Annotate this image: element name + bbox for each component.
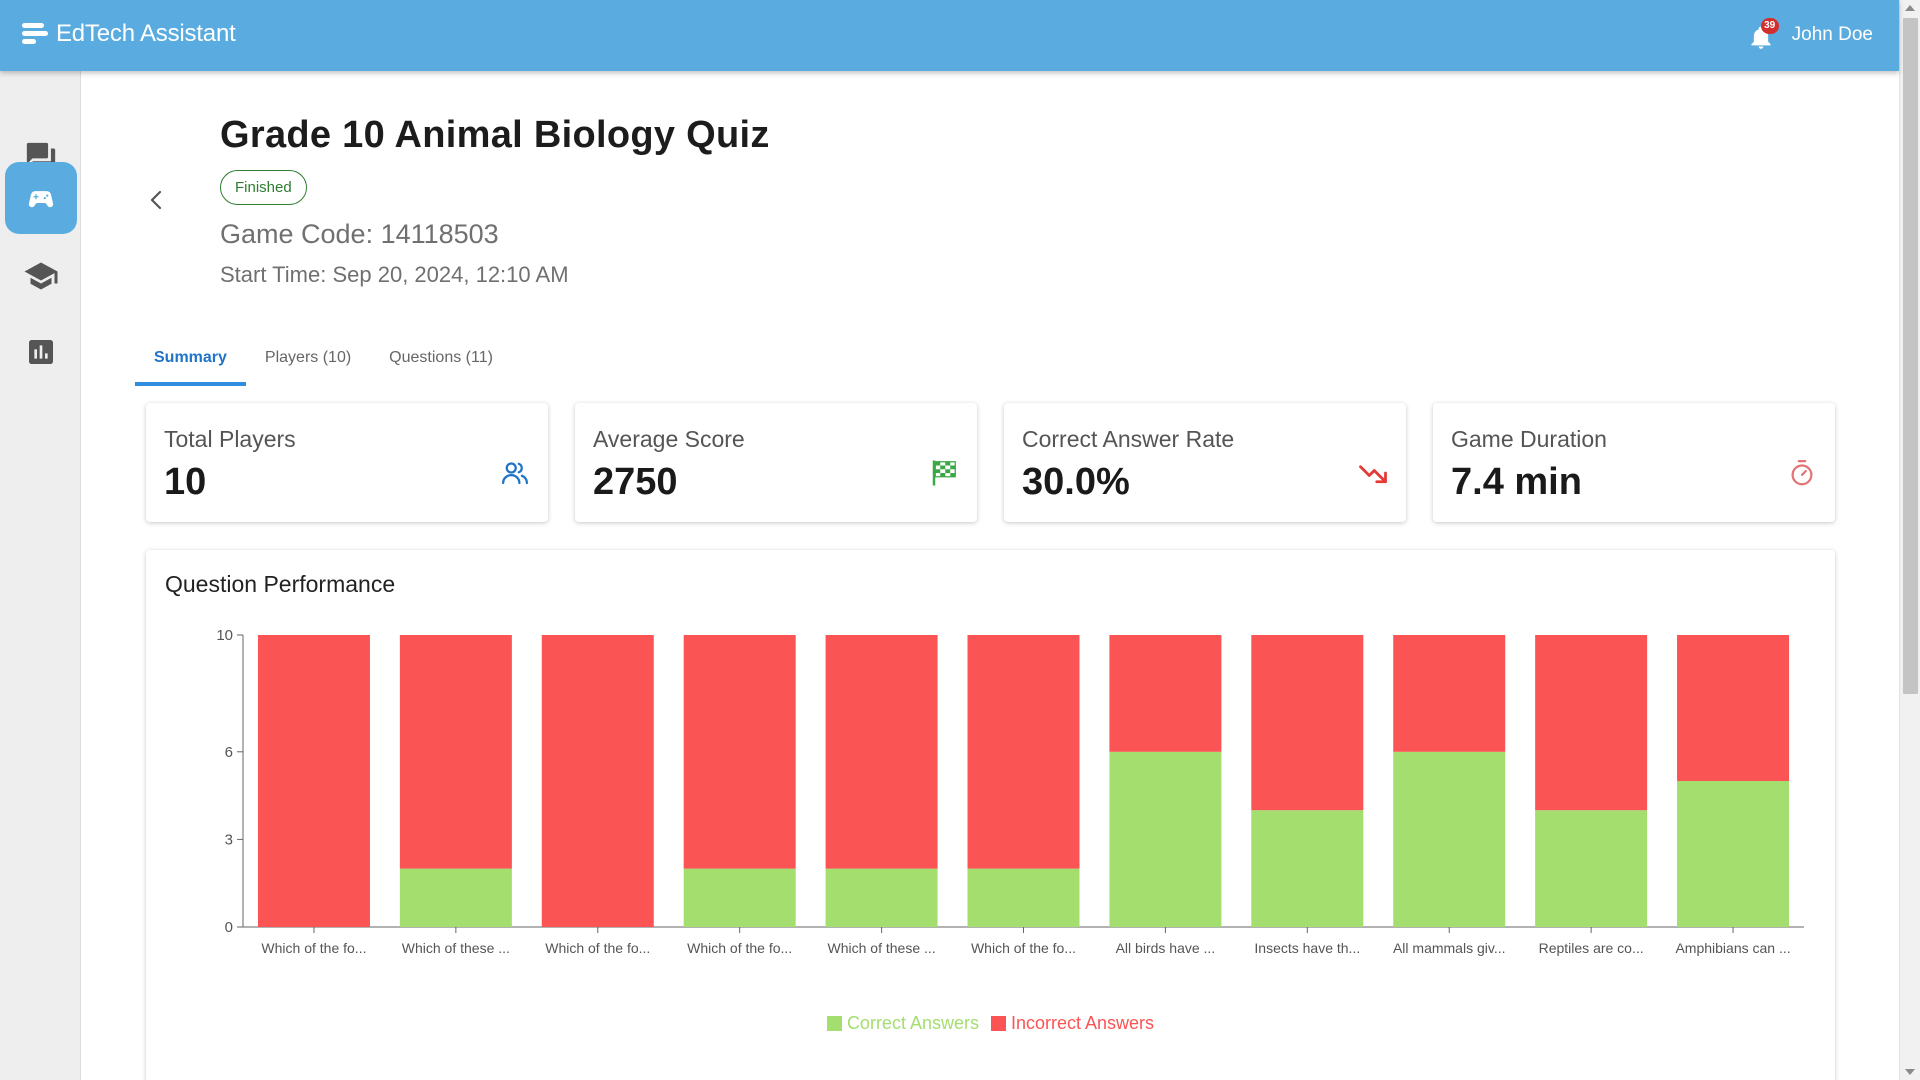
chevron-left-icon [150, 190, 162, 210]
bar-incorrect [825, 635, 938, 869]
bar-correct [967, 868, 1080, 927]
bar-incorrect [683, 635, 796, 869]
legend-swatch-incorrect [990, 1016, 1006, 1031]
tab-summary[interactable]: Summary [135, 338, 246, 386]
bar-incorrect [1677, 635, 1790, 781]
bar-correct [1393, 751, 1506, 927]
legend-item-incorrect[interactable]: Incorrect Answers [990, 1013, 1155, 1034]
stat-label: Correct Answer Rate [1022, 426, 1235, 452]
bar-correct [1677, 781, 1790, 927]
user-area: 39 John Doe [1748, 18, 1873, 50]
stat-value: 10 [164, 461, 207, 503]
scroll-up-arrow[interactable] [1905, 5, 1915, 11]
question-performance-card: Question Performance 0 3 6 10 Which of the f… [146, 550, 1835, 1080]
stopwatch-icon [1791, 460, 1813, 486]
stat-value: 2750 [593, 461, 678, 503]
trending-down-icon [1359, 465, 1387, 484]
bar-incorrect [399, 635, 512, 869]
game-code: Game Code: 14118503 [220, 219, 499, 249]
x-tick-label: All birds have ... [1116, 940, 1216, 956]
x-tick-label: Which of these ... [828, 940, 936, 956]
y-tick-label: 0 [225, 919, 233, 936]
tab-players[interactable]: Players (10) [246, 338, 370, 386]
stat-value: 7.4 min [1451, 461, 1582, 503]
stat-label: Game Duration [1451, 426, 1607, 452]
legend-item-correct[interactable]: Correct Answers [826, 1013, 979, 1034]
x-tick-label: All mammals giv... [1393, 940, 1506, 956]
notification-button[interactable]: 39 [1748, 18, 1779, 50]
status-badge: Finished [220, 170, 307, 205]
bar-correct [1251, 810, 1364, 927]
bar-incorrect [967, 635, 1080, 869]
stat-label: Total Players [164, 426, 296, 452]
page-scrollbar[interactable] [1899, 0, 1920, 1080]
stat-card-correct-answer-rate: Correct Answer Rate 30.0% [1004, 403, 1406, 522]
page-title: Grade 10 Animal Biology Quiz [220, 114, 770, 156]
bar-incorrect [1251, 635, 1364, 811]
bar-chart-icon [29, 340, 53, 364]
user-name[interactable]: John Doe [1792, 24, 1873, 46]
stat-label: Average Score [593, 426, 745, 452]
back-button[interactable] [140, 183, 174, 217]
sidebar-item-courses[interactable] [5, 240, 77, 312]
bar-incorrect [1535, 635, 1648, 811]
stat-card-average-score: Average Score 2750 [575, 403, 977, 522]
bar-incorrect [541, 635, 654, 927]
scroll-thumb[interactable] [1903, 18, 1918, 694]
bar-correct [1109, 751, 1222, 927]
question-performance-chart: 0 3 6 10 Which of the fo... Which of these ..… [216, 627, 1804, 956]
users-icon [502, 462, 528, 485]
y-tick-label: 3 [225, 831, 233, 848]
legend-label-correct: Correct Answers [846, 1013, 979, 1033]
sidebar-item-reports[interactable] [5, 316, 77, 388]
brand[interactable]: EdTech Assistant [22, 20, 236, 48]
tab-questions[interactable]: Questions (11) [370, 338, 512, 386]
bar-correct [825, 868, 938, 927]
app-logo-icon [22, 21, 48, 47]
app-title: EdTech Assistant [56, 20, 236, 47]
bar-correct [1535, 810, 1648, 927]
stat-card-total-players: Total Players 10 [146, 403, 548, 522]
x-tick-label: Insects have th... [1254, 940, 1360, 956]
x-tick-label: Which of the fo... [971, 940, 1076, 956]
bar-incorrect [1109, 635, 1222, 752]
x-tick-label: Reptiles are co... [1539, 940, 1644, 956]
chart-legend: Correct Answers Incorrect Answers [146, 1013, 1835, 1034]
x-tick-label: Which of the fo... [261, 940, 366, 956]
y-tick-label: 10 [216, 627, 233, 644]
bar-correct [683, 868, 796, 927]
scroll-down-arrow[interactable] [1905, 1069, 1915, 1075]
checkered-flag-icon [932, 460, 956, 486]
x-tick-label: Which of the fo... [545, 940, 650, 956]
bar-incorrect [1393, 635, 1506, 752]
legend-label-incorrect: Incorrect Answers [1010, 1013, 1155, 1033]
x-tick-label: Which of the fo... [687, 940, 792, 956]
notification-badge: 39 [1760, 18, 1779, 34]
bar-incorrect [257, 635, 370, 927]
stat-card-game-duration: Game Duration 7.4 min [1433, 403, 1835, 522]
x-tick-label: Which of these ... [402, 940, 510, 956]
sidebar-item-games[interactable] [5, 162, 77, 234]
x-tick-label: Amphibians can ... [1675, 940, 1790, 956]
stat-value: 30.0% [1022, 461, 1130, 503]
gamepad-icon [28, 191, 54, 208]
sidebar [0, 71, 81, 1080]
bar-correct [399, 868, 512, 927]
top-app-bar: EdTech Assistant 39 John Doe [0, 0, 1899, 71]
y-tick-label: 6 [225, 744, 233, 761]
graduation-cap-icon [24, 262, 58, 290]
legend-swatch-correct [826, 1016, 842, 1031]
start-time: Start Time: Sep 20, 2024, 12:10 AM [220, 262, 569, 287]
tab-bar: Summary Players (10) Questions (11) [135, 338, 512, 386]
